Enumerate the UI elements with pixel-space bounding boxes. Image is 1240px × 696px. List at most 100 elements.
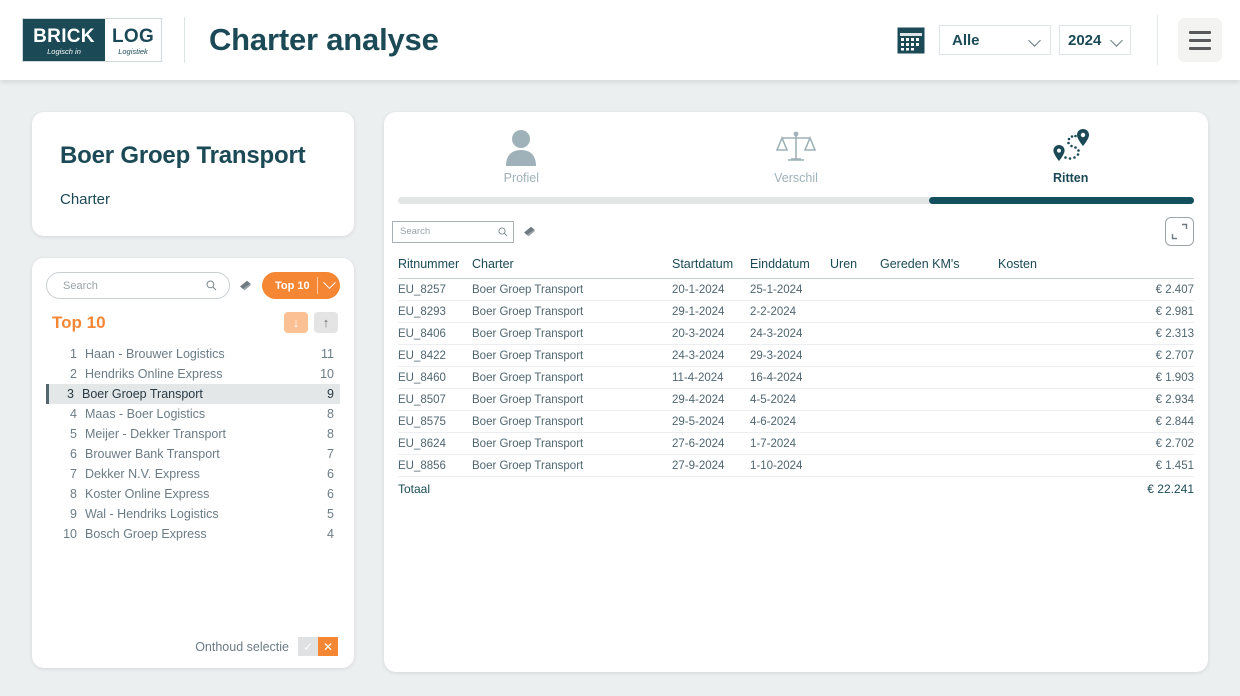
hamburger-bar <box>1189 46 1211 50</box>
ranking-item-rank: 9 <box>70 507 77 521</box>
ranking-search-input[interactable]: Search <box>46 272 230 299</box>
header-divider-2 <box>1157 15 1158 65</box>
eraser-icon[interactable] <box>523 226 536 238</box>
table-total-row: Totaal € 22.241 <box>398 476 1194 501</box>
cell-einddatum: 1-10-2024 <box>750 454 830 477</box>
period-filter-value: Alle <box>952 31 980 49</box>
ranking-list-item[interactable]: 9 Wal - Hendriks Logistics 5 <box>46 504 340 524</box>
table-row[interactable]: EU_8406 Boer Groep Transport 20-3-2024 24-3… <box>398 322 1194 345</box>
ranking-item-name: Dekker N.V. Express <box>85 467 200 481</box>
calendar-icon <box>897 27 925 54</box>
cell-charter: Boer Groep Transport <box>472 432 672 455</box>
ranking-item-name: Meijer - Dekker Transport <box>85 427 227 441</box>
top-n-button[interactable]: Top 10 <box>262 272 340 299</box>
total-label: Totaal <box>398 476 472 501</box>
table-row[interactable]: EU_8856 Boer Groep Transport 27-9-2024 1-10… <box>398 454 1194 477</box>
column-header-kosten[interactable]: Kosten <box>998 257 1194 279</box>
hamburger-menu-icon[interactable] <box>1178 18 1222 62</box>
period-filter-select[interactable]: Alle <box>939 25 1051 55</box>
logo-brick-text: BRICK <box>33 25 95 47</box>
expand-icon[interactable] <box>1165 217 1194 246</box>
table-row[interactable]: EU_8257 Boer Groep Transport 20-1-2024 25-1… <box>398 278 1194 301</box>
ranking-item-value: 9 <box>327 387 334 401</box>
cell-uren <box>830 366 880 389</box>
ranking-list-item[interactable]: 8 Koster Online Express 6 <box>46 484 340 504</box>
ranking-item-rank: 6 <box>70 447 77 461</box>
cell-km <box>880 366 998 389</box>
ranking-item-value: 8 <box>327 407 334 421</box>
hamburger-bar <box>1189 30 1211 34</box>
arrow-down-icon[interactable]: ↓ <box>284 312 308 333</box>
tab-label: Profiel <box>503 171 540 185</box>
column-header-ritnummer[interactable]: Ritnummer <box>398 257 472 279</box>
table-row[interactable]: EU_8624 Boer Groep Transport 27-6-2024 1-7-… <box>398 432 1194 455</box>
tab-label: Ritten <box>1052 171 1089 185</box>
ranking-list-item[interactable]: 5 Meijer - Dekker Transport 8 <box>46 424 340 444</box>
cell-charter: Boer Groep Transport <box>472 410 672 433</box>
cell-kosten: € 2.844 <box>998 410 1194 433</box>
page-body: Boer Groep Transport Charter Search Top … <box>0 80 1240 696</box>
header-divider <box>184 17 185 63</box>
table-row[interactable]: EU_8422 Boer Groep Transport 24-3-2024 29-3… <box>398 344 1194 367</box>
cell-km <box>880 410 998 433</box>
cell-startdatum: 20-3-2024 <box>672 322 750 345</box>
ranking-item-rank: 2 <box>70 367 77 381</box>
rides-table-head: Ritnummer Charter Startdatum Einddatum U… <box>398 257 1194 279</box>
ranking-item-rank: 1 <box>70 347 77 361</box>
table-row[interactable]: EU_8293 Boer Groep Transport 29-1-2024 2-2-… <box>398 300 1194 323</box>
ranking-list-item[interactable]: 4 Maas - Boer Logistics 8 <box>46 404 340 424</box>
ranking-list-item[interactable]: 2 Hendriks Online Express 10 <box>46 364 340 384</box>
arrow-up-icon[interactable]: ↑ <box>314 312 338 333</box>
ranking-item-rank: 8 <box>70 487 77 501</box>
cell-kosten: € 1.451 <box>998 454 1194 477</box>
rides-table: Ritnummer Charter Startdatum Einddatum U… <box>398 257 1194 501</box>
ranking-list-item[interactable]: 3 Boer Groep Transport 9 <box>46 384 340 404</box>
cell-kosten: € 2.934 <box>998 388 1194 411</box>
ranking-list-item[interactable]: 1 Haan - Brouwer Logistics 11 <box>46 344 340 364</box>
person-icon <box>504 126 538 168</box>
table-row[interactable]: EU_8507 Boer Groep Transport 29-4-2024 4-5-… <box>398 388 1194 411</box>
ranking-item-name: Brouwer Bank Transport <box>85 447 220 461</box>
column-header-charter[interactable]: Charter <box>472 257 672 279</box>
chevron-down-icon <box>1029 36 1042 44</box>
ranking-list-item[interactable]: 7 Dekker N.V. Express 6 <box>46 464 340 484</box>
cell-kosten: € 2.981 <box>998 300 1194 323</box>
cell-einddatum: 4-5-2024 <box>750 388 830 411</box>
column-header-einddatum[interactable]: Einddatum <box>750 257 830 279</box>
search-icon[interactable] <box>206 280 217 291</box>
cell-einddatum: 24-3-2024 <box>750 322 830 345</box>
ranking-item-value: 5 <box>327 507 334 521</box>
table-row[interactable]: EU_8575 Boer Groep Transport 29-5-2024 4-6-… <box>398 410 1194 433</box>
tab-indicator-bar <box>398 197 1194 204</box>
cell-kosten: € 2.313 <box>998 322 1194 345</box>
ranking-item-value: 7 <box>327 447 334 461</box>
logo-tagline-right: Logistiek <box>118 46 148 56</box>
cell-startdatum: 27-9-2024 <box>672 454 750 477</box>
ranking-search-placeholder: Search <box>63 279 98 292</box>
table-row[interactable]: EU_8460 Boer Groep Transport 11-4-2024 16-4… <box>398 366 1194 389</box>
tab-ritten[interactable]: Ritten <box>933 126 1208 185</box>
logo-left-block: BRICK Logisch in <box>23 19 105 61</box>
cell-einddatum: 16-4-2024 <box>750 366 830 389</box>
cell-uren <box>830 344 880 367</box>
tab-profiel[interactable]: Profiel <box>384 126 659 185</box>
ranking-list-item[interactable]: 6 Brouwer Bank Transport 7 <box>46 444 340 464</box>
ranking-card: Search Top 10 Top 10 ↓ ↑ 1 Haan - Brouwe… <box>32 258 354 668</box>
column-header-uren[interactable]: Uren <box>830 257 880 279</box>
ranking-item-rank: 7 <box>70 467 77 481</box>
table-search-input[interactable]: Search <box>392 220 514 243</box>
cell-charter: Boer Groep Transport <box>472 322 672 345</box>
column-header-gereden-km[interactable]: Gereden KM's <box>880 257 998 279</box>
remember-selection-label: Onthoud selectie <box>195 639 289 654</box>
cross-icon[interactable]: ✕ <box>318 637 338 656</box>
column-header-startdatum[interactable]: Startdatum <box>672 257 750 279</box>
eraser-icon[interactable] <box>239 280 252 292</box>
cell-kosten: € 2.707 <box>998 344 1194 367</box>
check-icon[interactable]: ✓ <box>298 637 318 656</box>
year-select[interactable]: 2024 <box>1059 25 1131 55</box>
table-header-row: Ritnummer Charter Startdatum Einddatum U… <box>398 257 1194 279</box>
tab-verschil[interactable]: Verschil <box>659 126 934 185</box>
search-icon[interactable] <box>498 226 508 237</box>
chevron-down-icon[interactable] <box>318 281 340 290</box>
ranking-list-item[interactable]: 10 Bosch Groep Express 4 <box>46 524 340 544</box>
